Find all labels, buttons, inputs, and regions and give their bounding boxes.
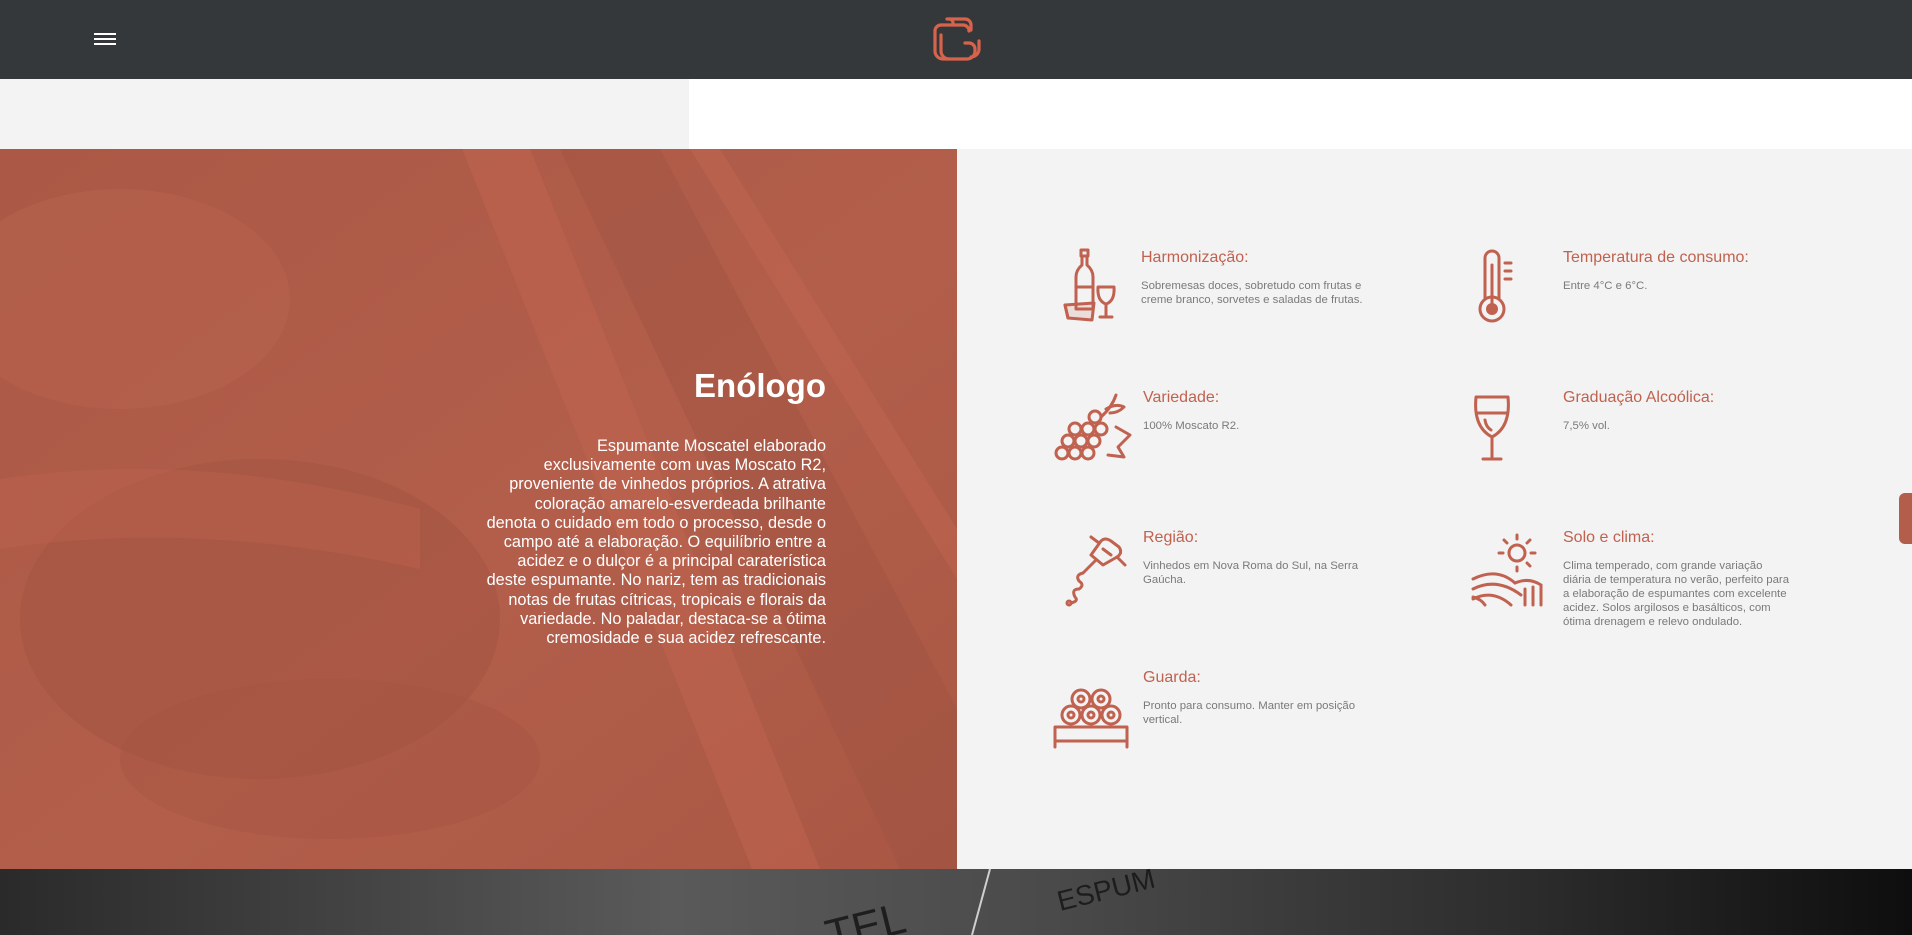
wine-rack-icon <box>1053 688 1129 749</box>
spec-description-line: Gaúcha. <box>1143 574 1187 586</box>
grapes-icon <box>1054 393 1132 461</box>
hero-description: Espumante Moscatel elaborado exclusivame… <box>452 437 826 648</box>
spec-description-line: ótima drenagem e relevo ondulado. <box>1563 616 1743 628</box>
spec-description: 7,5% vol. <box>1563 419 1853 433</box>
spec-description-line: 100% Moscato R2. <box>1143 420 1240 432</box>
spec-description-line: vertical. <box>1143 714 1183 726</box>
hamburger-menu-icon[interactable] <box>94 31 118 47</box>
description-line: cremosidade e sua acidez refrescante. <box>546 629 826 648</box>
spec-description: Sobremesas doces, sobretudo com frutas e… <box>1141 279 1431 307</box>
description-line: campo até a elaboração. O equilíbrio ent… <box>503 533 826 552</box>
spec-title: Variedade: <box>1143 389 1220 406</box>
section-divider-left <box>0 79 689 149</box>
description-line: exclusivamente com uvas Moscato R2, <box>543 456 826 475</box>
spec-description-line: diária de temperatura no verão, perfeito… <box>1563 574 1790 586</box>
spec-title: Região: <box>1143 529 1199 546</box>
enologist-section: Enólogo Espumante Moscatel elaborado exc… <box>0 149 957 869</box>
description-line: notas de frutas cítricas, tropicais e fl… <box>508 590 826 609</box>
wine-specs-panel: Harmonização: Sobremesas doces, sobretud… <box>957 149 1912 869</box>
description-line: deste espumante. No nariz, tem as tradic… <box>486 571 826 590</box>
spec-description-line: creme branco, sorvetes e saladas de frut… <box>1141 294 1363 306</box>
spec-title: Harmonização: <box>1141 249 1249 266</box>
spec-description: Clima temperado, com grande variação diá… <box>1563 559 1853 629</box>
spec-description-line: acidez. Solos argilosos e basálticos, co… <box>1563 602 1771 614</box>
spec-description-line: Sobremesas doces, sobretudo com frutas e <box>1141 280 1362 292</box>
hero-title: Enólogo <box>694 367 826 404</box>
spec-title: Graduação Alcoólica: <box>1563 389 1715 406</box>
spec-title: Solo e clima: <box>1563 529 1655 546</box>
wine-glass-icon <box>1474 395 1510 461</box>
spec-description-line: Entre 4°C e 6°C. <box>1563 280 1648 292</box>
spec-title: Guarda: <box>1143 669 1201 686</box>
spec-description: Vinhedos em Nova Roma do Sul, na Serra G… <box>1143 559 1433 587</box>
section-divider-right <box>689 79 1912 149</box>
spec-description: 100% Moscato R2. <box>1143 419 1433 433</box>
top-navigation-bar <box>0 0 1912 79</box>
description-line: proveniente de vinhedos próprios. A atra… <box>509 475 826 494</box>
description-line: Espumante Moscatel elaborado <box>597 437 826 455</box>
side-feedback-tab[interactable] <box>1899 493 1912 544</box>
spec-title: Temperatura de consumo: <box>1563 249 1749 266</box>
spec-description-line: Pronto para consumo. Manter em posição <box>1143 700 1356 712</box>
wine-bottle-glass-icon <box>1063 248 1116 322</box>
sun-vineyard-icon <box>1471 533 1543 607</box>
spec-description-line: 7,5% vol. <box>1563 420 1610 432</box>
description-line: denota o cuidado em todo o processo, des… <box>486 513 826 532</box>
spec-description: Pronto para consumo. Manter em posição v… <box>1143 699 1433 727</box>
corkscrew-icon <box>1065 535 1127 607</box>
brand-logo-icon[interactable] <box>929 13 985 65</box>
bottle-label-photo: ESPUM TEL <box>0 869 1912 935</box>
thermometer-icon <box>1478 249 1513 323</box>
description-line: acidez e o dulçor é a principal caraterí… <box>517 552 826 571</box>
spec-description-line: Vinhedos em Nova Roma do Sul, na Serra <box>1143 560 1359 572</box>
description-line: coloração amarelo-esverdeada brilhante <box>534 494 826 513</box>
spec-description: Entre 4°C e 6°C. <box>1563 279 1853 293</box>
spec-description-line: Clima temperado, com grande variação <box>1563 560 1763 572</box>
product-photo-section: ESPUM TEL <box>0 869 1912 935</box>
description-line: variedade. No paladar, destaca-se a ótim… <box>520 609 826 628</box>
spec-description-line: a elaboração de espumantes com excelente <box>1563 588 1787 600</box>
